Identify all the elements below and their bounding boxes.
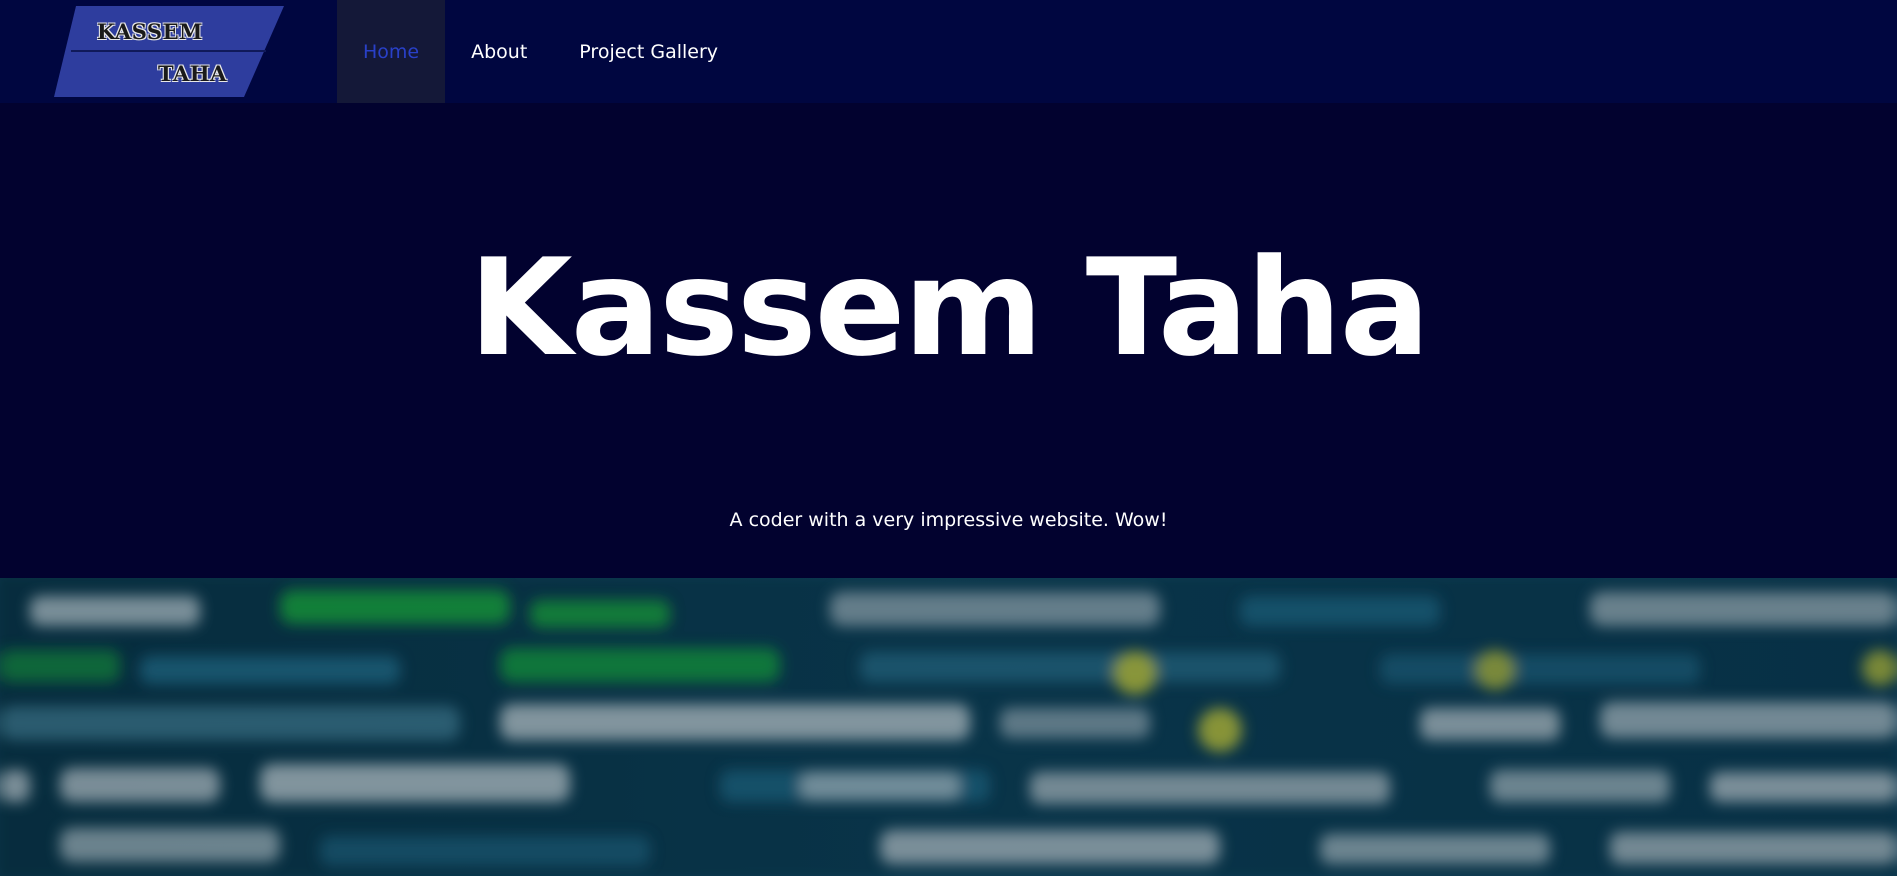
hero-subtitle: A coder with a very impressive website. … [729,509,1168,531]
blurred-code-image-icon [0,578,1897,876]
hero-section: Kassem Taha A coder with a very impressi… [0,103,1897,578]
top-navigation-bar: KASSEM TAHA Home About Project Gallery [0,0,1897,103]
nav-item-project-gallery[interactable]: Project Gallery [553,0,744,103]
logo-text-line2: TAHA [158,61,227,86]
nav-item-home[interactable]: Home [337,0,446,103]
hero-title: Kassem Taha [468,230,1430,386]
site-logo[interactable]: KASSEM TAHA [54,6,284,97]
nav-menu: Home About Project Gallery [337,0,744,103]
nav-item-about[interactable]: About [445,0,553,103]
code-background-image [0,578,1897,876]
logo-text-line1: KASSEM [97,19,203,44]
